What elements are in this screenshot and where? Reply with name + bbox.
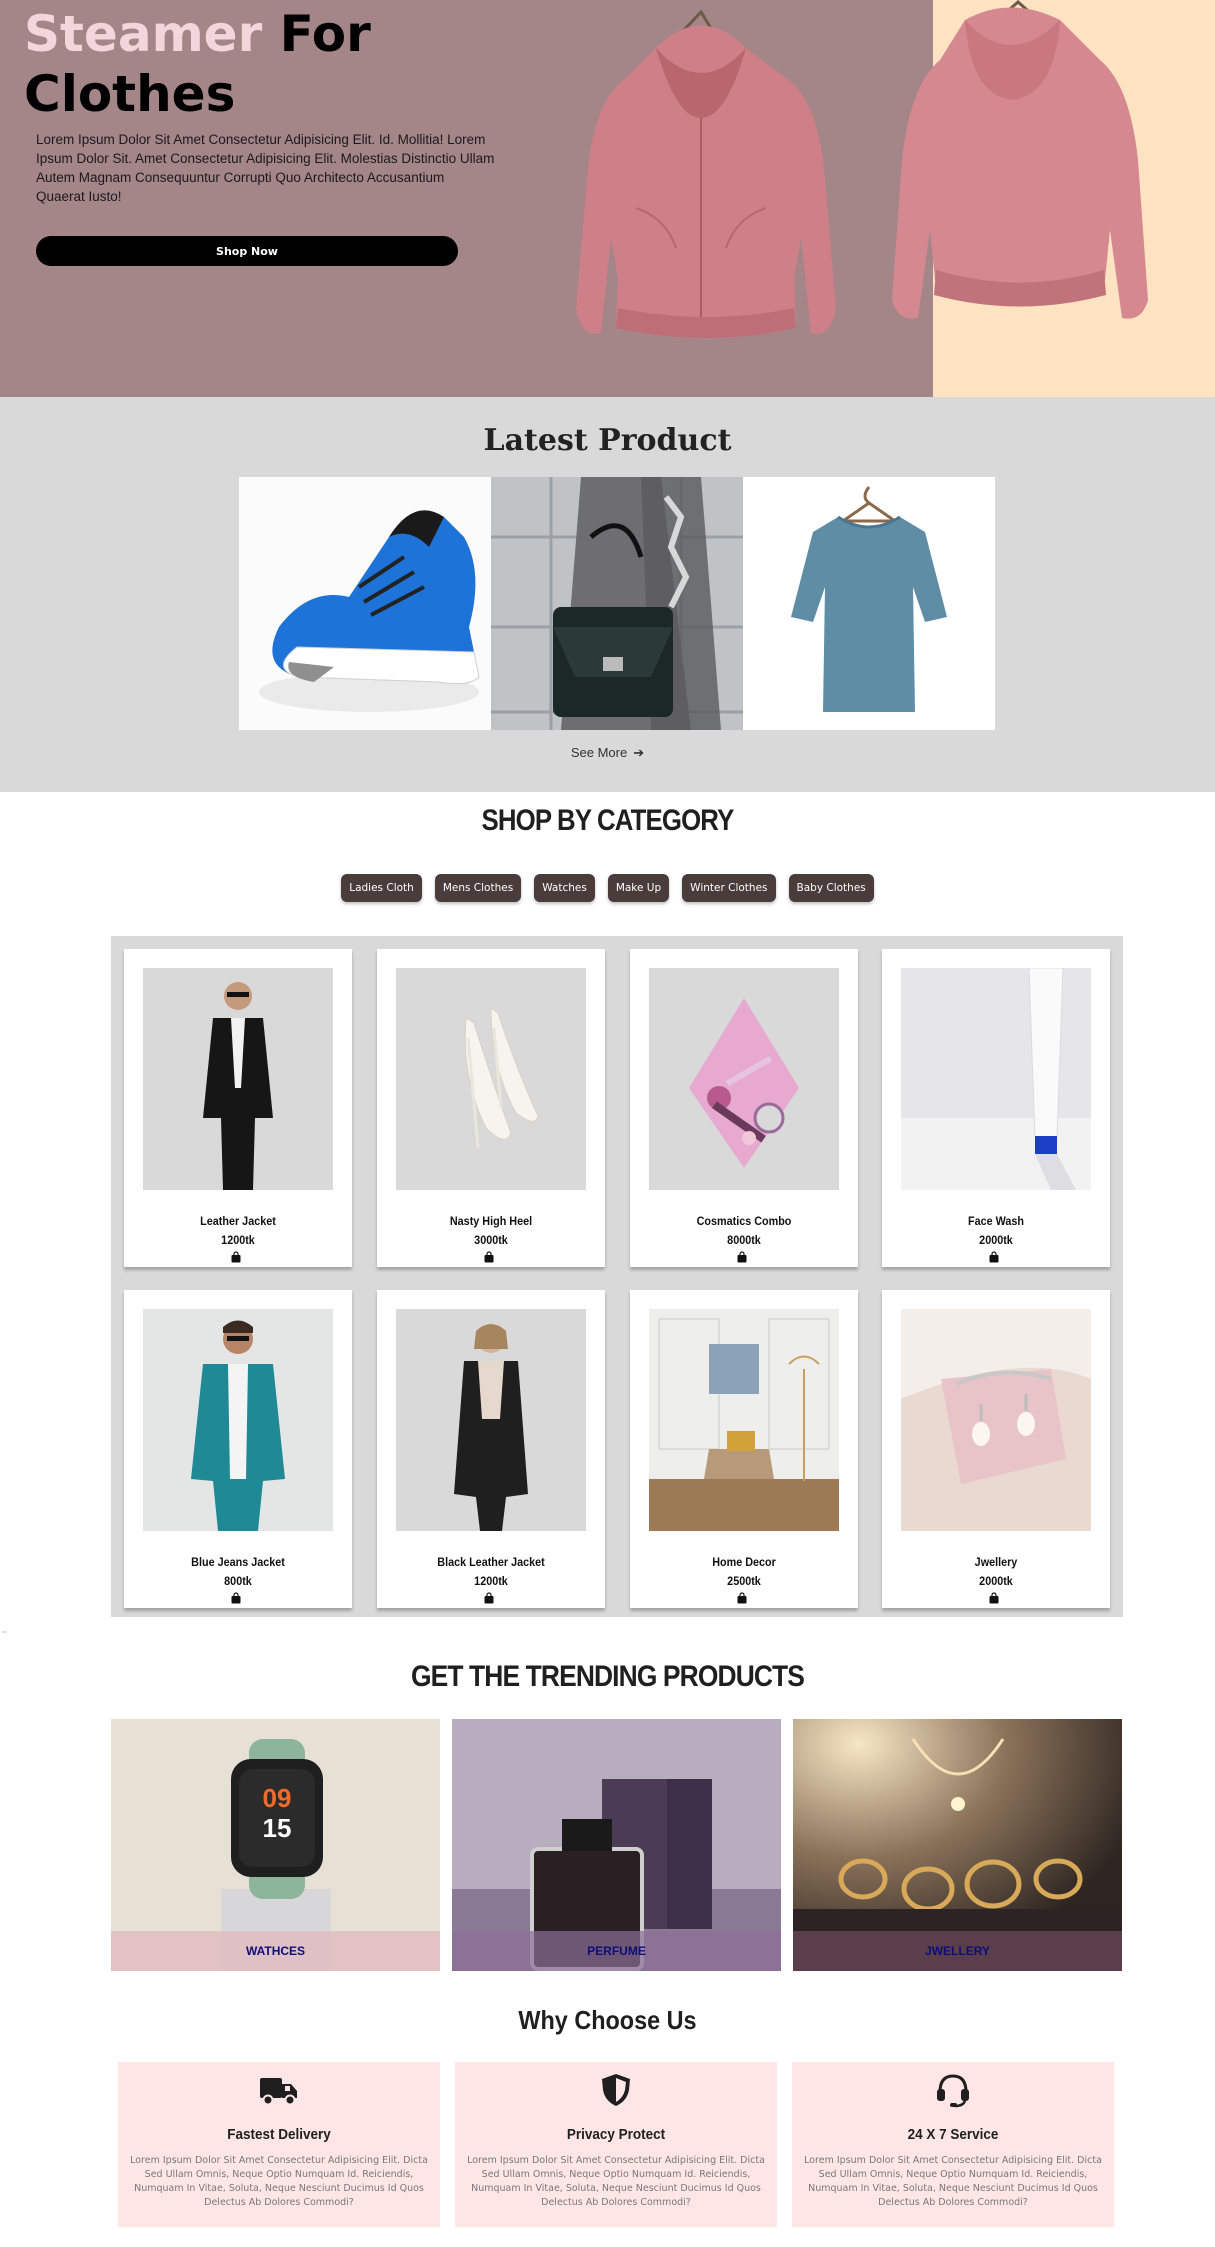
- latest-product-title: Latest Product: [483, 423, 732, 458]
- shopping-bag-icon[interactable]: [736, 1592, 748, 1604]
- hero-title-highlight: Steamer: [24, 5, 263, 63]
- shopping-bag-icon[interactable]: [988, 1251, 1000, 1263]
- product-image-black-leather-jacket: [396, 1309, 586, 1531]
- product-card[interactable]: Jwellery 2000tk: [882, 1290, 1110, 1608]
- product-name: Jwellery: [974, 1555, 1018, 1569]
- product-price: 8000tk: [727, 1233, 761, 1247]
- why-card-title: Fastest Delivery: [227, 2126, 331, 2143]
- product-card[interactable]: Nasty High Heel 3000tk: [377, 949, 605, 1267]
- product-image-home-decor: [649, 1309, 839, 1531]
- product-price: 3000tk: [474, 1233, 508, 1247]
- watch-minute: 15: [263, 1813, 292, 1843]
- see-more-link[interactable]: See More ➔: [0, 745, 1215, 761]
- product-image-cosmetics: [649, 968, 839, 1190]
- why-choose-us-title: Why Choose Us: [518, 2005, 697, 2035]
- hero-title: Steamer For Clothes: [24, 4, 371, 124]
- trending-card-jewellery[interactable]: JWELLERY: [793, 1719, 1122, 1971]
- shopping-bag-icon[interactable]: [483, 1251, 495, 1263]
- why-card-title: Privacy Protect: [566, 2126, 666, 2143]
- hero-title-rest: For: [279, 5, 371, 63]
- arrow-right-icon: ➔: [633, 745, 645, 760]
- chip-winter-clothes[interactable]: Winter Clothes: [682, 874, 776, 902]
- chip-baby-clothes[interactable]: Baby Clothes: [788, 874, 874, 902]
- product-name: Leather Jacket: [200, 1214, 276, 1228]
- hoodie-front-image: [556, 8, 846, 348]
- why-card-delivery: Fastest Delivery Lorem Ipsum Dolor Sit A…: [118, 2062, 440, 2227]
- product-name: Home Decor: [712, 1555, 776, 1569]
- shopping-bag-icon[interactable]: [230, 1251, 242, 1263]
- product-image-jewellery: [901, 1309, 1091, 1531]
- shop-now-button[interactable]: Shop Now: [36, 236, 458, 266]
- product-price: 800tk: [224, 1574, 252, 1588]
- truck-icon: [260, 2078, 297, 2106]
- latest-product-handbag[interactable]: [491, 477, 743, 730]
- product-name: Black Leather Jacket: [437, 1555, 545, 1569]
- product-name: Nasty High Heel: [449, 1214, 533, 1228]
- product-image-face-wash: [901, 968, 1091, 1190]
- hero-banner: Steamer For Clothes Lorem Ipsum Dolor Si…: [0, 0, 1215, 397]
- product-price: 2000tk: [979, 1574, 1013, 1588]
- chip-mens-clothes[interactable]: Mens Clothes: [434, 874, 522, 902]
- product-grid: Leather Jacket 1200tk Nasty High Heel 30…: [111, 936, 1123, 1617]
- product-name: Face Wash: [967, 1214, 1025, 1228]
- product-image-high-heel: [396, 968, 586, 1190]
- shield-icon: [602, 2074, 630, 2106]
- trending-label-jewellery: JWELLERY: [925, 1944, 990, 1958]
- product-card[interactable]: Face Wash 2000tk: [882, 949, 1110, 1267]
- shopping-bag-icon[interactable]: [988, 1592, 1000, 1604]
- chip-watches[interactable]: Watches: [534, 874, 595, 902]
- latest-product-sneakers[interactable]: [239, 477, 491, 730]
- trending-card-perfume[interactable]: PERFUME: [452, 1719, 781, 1971]
- latest-product-section: Latest Product See More ➔: [0, 397, 1215, 792]
- product-image-leather-jacket: [143, 968, 333, 1190]
- product-name: Cosmatics Combo: [696, 1214, 792, 1228]
- trending-products-title: GET THE TRENDING PRODUCTS: [410, 1660, 805, 1693]
- product-image-blue-jeans-jacket: [143, 1309, 333, 1531]
- hero-title-line2: Clothes: [24, 65, 236, 123]
- product-price: 2500tk: [727, 1574, 761, 1588]
- category-filter-bar: Ladies Cloth Mens Clothes Watches Make U…: [0, 874, 1215, 902]
- product-name: Blue Jeans Jacket: [191, 1555, 285, 1569]
- headset-icon: [937, 2074, 969, 2108]
- product-card[interactable]: Home Decor 2500tk: [630, 1290, 858, 1608]
- why-card-text: Lorem Ipsum Dolor Sit Amet Consectetur A…: [467, 2155, 765, 2208]
- why-card-text: Lorem Ipsum Dolor Sit Amet Consectetur A…: [130, 2155, 428, 2208]
- product-card[interactable]: Black Leather Jacket 1200tk: [377, 1290, 605, 1608]
- hoodie-back-image: [870, 0, 1150, 330]
- product-price: 1200tk: [474, 1574, 508, 1588]
- product-card[interactable]: Cosmatics Combo 8000tk: [630, 949, 858, 1267]
- stray-dots: ··: [2, 1628, 8, 1637]
- why-card-privacy: Privacy Protect Lorem Ipsum Dolor Sit Am…: [455, 2062, 777, 2227]
- product-price: 2000tk: [979, 1233, 1013, 1247]
- product-card[interactable]: Leather Jacket 1200tk: [124, 949, 352, 1267]
- product-price: 1200tk: [221, 1233, 255, 1247]
- shop-by-category-title: SHOP BY CATEGORY: [481, 804, 735, 837]
- chip-make-up[interactable]: Make Up: [607, 874, 670, 902]
- watch-hour: 09: [263, 1783, 292, 1813]
- shopping-bag-icon[interactable]: [736, 1251, 748, 1263]
- trending-label-watches: WATHCES: [245, 1944, 306, 1958]
- why-card-title: 24 X 7 Service: [907, 2126, 999, 2143]
- trending-card-watches[interactable]: 09 15 WATHCES: [111, 1719, 440, 1971]
- product-card[interactable]: Blue Jeans Jacket 800tk: [124, 1290, 352, 1608]
- latest-product-tshirt[interactable]: [743, 477, 995, 730]
- see-more-label: See More: [570, 745, 628, 760]
- shopping-bag-icon[interactable]: [230, 1592, 242, 1604]
- why-card-text: Lorem Ipsum Dolor Sit Amet Consectetur A…: [804, 2155, 1102, 2208]
- hero-description: Lorem Ipsum Dolor Sit Amet Consectetur A…: [36, 132, 495, 204]
- trending-label-perfume: PERFUME: [587, 1944, 646, 1958]
- shopping-bag-icon[interactable]: [483, 1592, 495, 1604]
- why-card-service: 24 X 7 Service Lorem Ipsum Dolor Sit Ame…: [792, 2062, 1114, 2227]
- chip-ladies-cloth[interactable]: Ladies Cloth: [341, 874, 422, 902]
